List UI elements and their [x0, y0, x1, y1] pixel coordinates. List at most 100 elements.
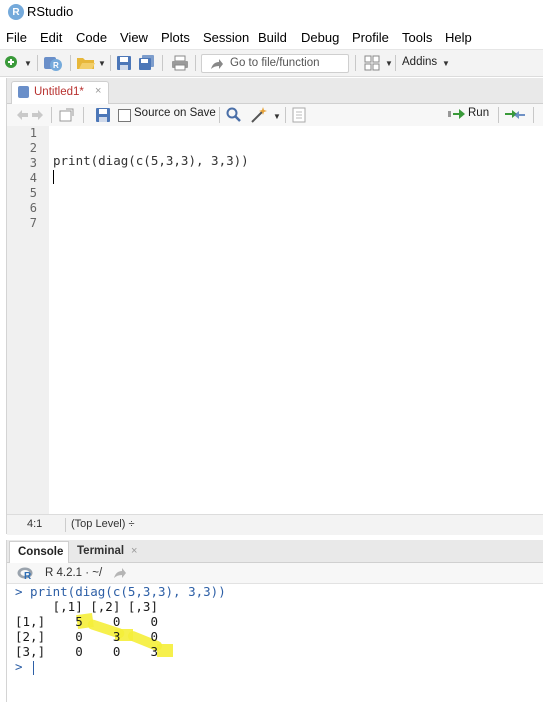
- toolbar-divider: [83, 107, 84, 123]
- line-number: 5: [29, 186, 37, 200]
- title-bar: R RStudio: [0, 0, 543, 24]
- addins-menu[interactable]: Addins: [402, 56, 437, 68]
- console-tab-bar: Console Terminal ×: [7, 540, 543, 563]
- tab-label: Console: [18, 546, 64, 558]
- code-editor[interactable]: print(diag(c(5,3,3), 3,3)): [49, 126, 543, 514]
- save-all-icon[interactable]: [138, 54, 156, 72]
- run-arrow-icon: [448, 109, 465, 119]
- console-pane: Console Terminal × R R 4.2.1 · ~/ > prin…: [6, 540, 543, 702]
- line-number-gutter: 1 2 3 4 5 6 7: [7, 126, 49, 514]
- toolbar-divider: [110, 55, 111, 71]
- menu-debug[interactable]: Debug: [301, 30, 339, 45]
- menu-code[interactable]: Code: [76, 30, 107, 45]
- tab-label: Terminal: [77, 545, 125, 557]
- menu-edit[interactable]: Edit: [40, 30, 62, 45]
- r-script-icon: [18, 86, 29, 98]
- editor-tab-bar: Untitled1* ×: [7, 78, 543, 104]
- editor-toolbar: Source on Save ▼ Run: [7, 104, 543, 127]
- rerun-icon[interactable]: [504, 108, 526, 122]
- go-to-arrow-icon: [211, 59, 223, 69]
- svg-text:R: R: [53, 61, 59, 70]
- save-icon[interactable]: [116, 55, 132, 71]
- show-in-window-icon[interactable]: [59, 107, 75, 123]
- chevron-down-icon[interactable]: ▼: [442, 59, 450, 68]
- line-number: 2: [29, 141, 37, 155]
- menu-help[interactable]: Help: [445, 30, 472, 45]
- menu-view[interactable]: View: [120, 30, 148, 45]
- back-forward-arrows-icon[interactable]: [15, 108, 45, 122]
- toolbar-divider: [285, 107, 286, 123]
- cursor-position: 4:1: [27, 518, 43, 530]
- chevron-down-icon[interactable]: ▼: [385, 59, 393, 68]
- line-number: 4: [29, 171, 37, 185]
- print-icon[interactable]: [171, 55, 189, 71]
- close-icon[interactable]: ×: [131, 545, 137, 557]
- source-on-save-checkbox[interactable]: [118, 109, 131, 122]
- toolbar-divider: [195, 55, 196, 71]
- r-logo-icon: R: [17, 567, 33, 580]
- toolbar-divider: [219, 107, 220, 123]
- menu-file[interactable]: File: [6, 30, 27, 45]
- text-cursor: [33, 661, 34, 675]
- compile-report-icon[interactable]: [292, 107, 306, 123]
- toolbar-divider: [70, 55, 71, 71]
- console-output-line: [3,] 0 0 3: [15, 644, 158, 659]
- chevron-down-icon[interactable]: ▼: [98, 59, 106, 68]
- console-info-bar: R R 4.2.1 · ~/: [7, 563, 543, 584]
- console-output-line: [1,] 5 0 0: [15, 614, 158, 629]
- line-number: 3: [29, 156, 37, 170]
- text-cursor: [53, 170, 54, 184]
- menu-bar: File Edit Code View Plots Session Build …: [0, 27, 543, 49]
- status-divider: [65, 518, 66, 532]
- toolbar-divider: [395, 55, 396, 71]
- console-output[interactable]: > print(diag(c(5,3,3), 3,3)) [,1] [,2] […: [7, 584, 543, 702]
- main-toolbar: ▼ R ▼ Go to file/function ▼ Addins ▼: [0, 49, 543, 77]
- console-input-line: > print(diag(c(5,3,3), 3,3)): [15, 584, 226, 599]
- toolbar-divider: [51, 107, 52, 123]
- editor-status-bar: 4:1 (Top Level) ÷: [7, 514, 543, 535]
- magic-wand-icon[interactable]: [250, 106, 268, 124]
- chevron-down-icon[interactable]: ▼: [24, 59, 32, 68]
- menu-session[interactable]: Session: [203, 30, 249, 45]
- toolbar-divider: [355, 55, 356, 71]
- console-output-line: [,1] [,2] [,3]: [15, 599, 158, 614]
- line-number: 7: [29, 216, 37, 230]
- menu-plots[interactable]: Plots: [161, 30, 190, 45]
- menu-build[interactable]: Build: [258, 30, 287, 45]
- open-folder-icon[interactable]: [76, 55, 96, 71]
- line-number: 6: [29, 201, 37, 215]
- new-file-icon[interactable]: [4, 55, 20, 71]
- new-project-icon[interactable]: R: [43, 54, 63, 72]
- line-number: 1: [29, 126, 37, 140]
- toolbar-divider: [498, 107, 499, 123]
- r-version-path: R 4.2.1 · ~/: [45, 567, 103, 579]
- tab-label: Untitled1*: [34, 86, 84, 98]
- code-line: print(diag(c(5,3,3), 3,3)): [53, 153, 249, 168]
- tab-untitled1[interactable]: Untitled1* ×: [11, 81, 109, 104]
- tab-console[interactable]: Console: [9, 541, 69, 563]
- source-editor-pane: Untitled1* × Source on Save ▼ Run 1 2 3 …: [6, 78, 543, 535]
- tab-terminal[interactable]: Terminal ×: [69, 541, 145, 562]
- run-label: Run: [468, 107, 490, 119]
- close-icon[interactable]: ×: [95, 85, 101, 97]
- rstudio-logo-icon: R: [8, 4, 24, 20]
- console-prompt[interactable]: >: [15, 659, 30, 674]
- window-title: RStudio: [27, 4, 74, 19]
- grid-layout-icon[interactable]: [364, 55, 380, 71]
- highlight-mark: [157, 644, 173, 657]
- console-output-line: [2,] 0 3 0: [15, 629, 158, 644]
- save-icon[interactable]: [95, 107, 111, 123]
- chevron-down-icon[interactable]: ▼: [273, 112, 281, 121]
- toolbar-divider: [533, 107, 534, 123]
- toolbar-divider: [37, 55, 38, 71]
- source-on-save-label: Source on Save: [134, 107, 216, 119]
- goto-placeholder: Go to file/function: [230, 57, 320, 69]
- menu-tools[interactable]: Tools: [402, 30, 432, 45]
- toolbar-divider: [162, 55, 163, 71]
- go-to-directory-icon[interactable]: [113, 567, 127, 579]
- scope-selector[interactable]: (Top Level) ÷: [71, 518, 135, 530]
- search-icon[interactable]: [226, 107, 242, 123]
- svg-text:R: R: [24, 571, 32, 580]
- goto-file-function-input[interactable]: Go to file/function: [201, 54, 349, 73]
- menu-profile[interactable]: Profile: [352, 30, 389, 45]
